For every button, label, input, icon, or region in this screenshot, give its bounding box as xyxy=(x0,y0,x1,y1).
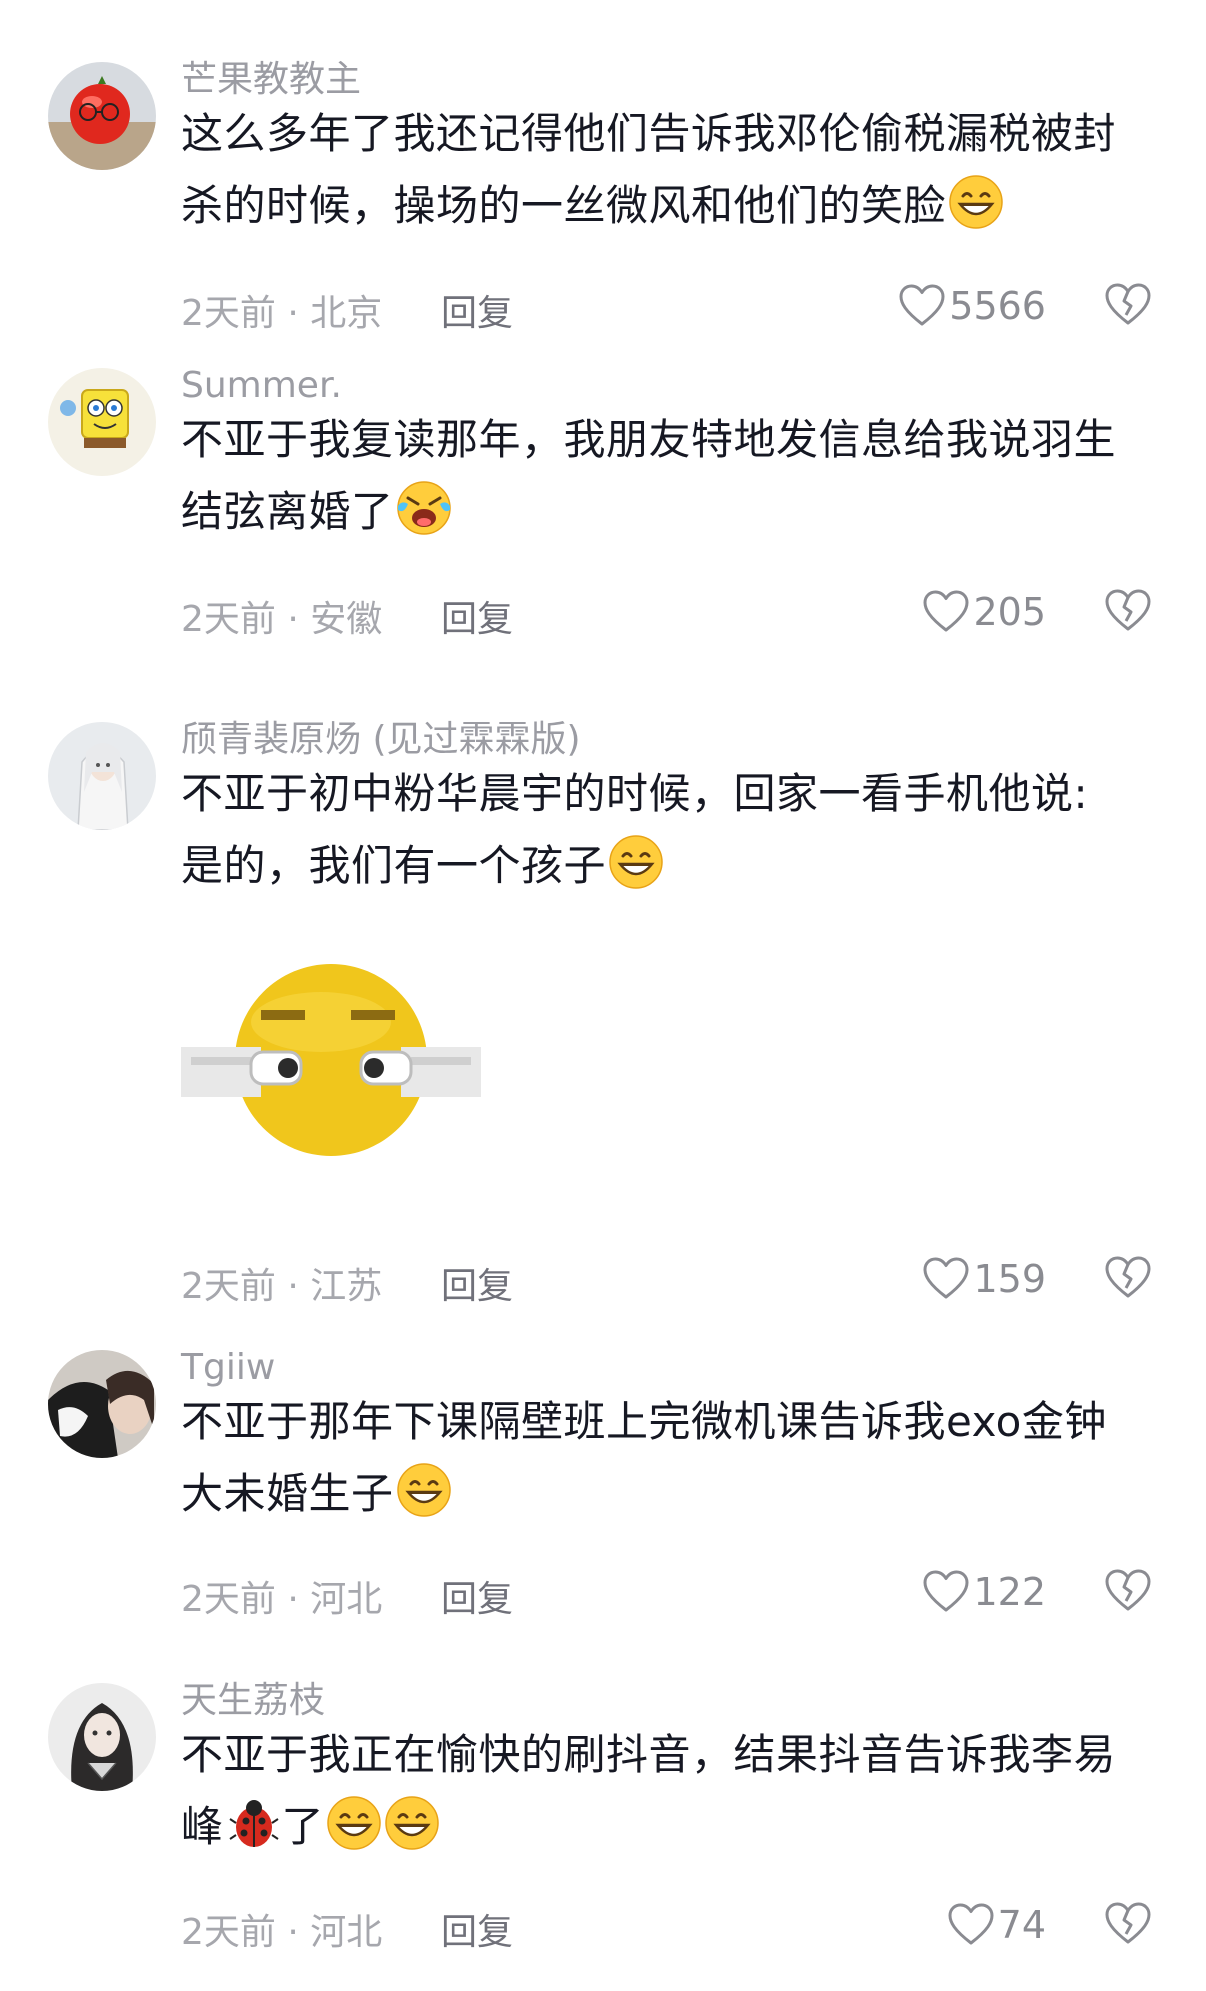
timestamp-location: 2天前 · 安徽 xyxy=(181,599,383,640)
reply-button[interactable]: 回复 xyxy=(441,1903,513,1955)
reply-button[interactable]: 回复 xyxy=(441,1570,513,1622)
comment-line: 结弦离婚了 xyxy=(181,476,1171,548)
like-button[interactable]: 159 xyxy=(923,1251,1046,1307)
broken-heart-icon[interactable] xyxy=(1105,1901,1151,1947)
username[interactable]: 芒果教教主 xyxy=(181,58,361,102)
avatar[interactable] xyxy=(48,368,156,476)
like-count: 122 xyxy=(973,1570,1046,1614)
comment-text: 不亚于我复读那年，我朋友特地发信息给我说羽生 结弦离婚了 xyxy=(181,404,1171,548)
comment-text: 不亚于那年下课隔壁班上完微机课告诉我exo金钟 大未婚生子 xyxy=(181,1386,1171,1530)
comment-line: 是的，我们有一个孩子 xyxy=(181,830,1171,902)
avatar[interactable] xyxy=(48,62,156,170)
heart-outline-icon xyxy=(923,1570,969,1614)
like-count: 205 xyxy=(973,590,1046,634)
comment-line: 不亚于初中粉华晨宇的时候，回家一看手机他说: xyxy=(181,769,1089,818)
grinning-emoji xyxy=(384,1795,440,1851)
like-button[interactable]: 205 xyxy=(923,584,1046,640)
reply-button[interactable]: 回复 xyxy=(441,1257,513,1309)
comment-text: 不亚于初中粉华晨宇的时候，回家一看手机他说: 是的，我们有一个孩子 xyxy=(181,758,1171,902)
comment-meta: 2天前 · 河北 回复 74 xyxy=(181,1897,1151,1953)
username[interactable]: 颀青裴原炀 (见过霖霖版) xyxy=(181,718,581,762)
comment-line: 峰了 xyxy=(181,1791,1171,1863)
broken-heart-icon[interactable] xyxy=(1105,282,1151,328)
broken-heart-icon[interactable] xyxy=(1105,1255,1151,1301)
timestamp-location: 2天前 · 河北 xyxy=(181,1579,383,1620)
comment-text: 这么多年了我还记得他们告诉我邓伦偷税漏税被封 杀的时候，操场的一丝微风和他们的笑… xyxy=(181,98,1171,242)
ladybug-emoji xyxy=(226,1795,282,1851)
broken-heart-icon[interactable] xyxy=(1105,588,1151,634)
sticker-image[interactable] xyxy=(181,962,481,1162)
heart-outline-icon xyxy=(899,284,945,328)
username[interactable]: Tgiiw xyxy=(181,1346,275,1390)
comment-line: 杀的时候，操场的一丝微风和他们的笑脸 xyxy=(181,170,1171,242)
comment-line: 大未婚生子 xyxy=(181,1458,1171,1530)
username[interactable]: 天生荔枝 xyxy=(181,1679,325,1723)
comment-line: 不亚于我复读那年，我朋友特地发信息给我说羽生 xyxy=(181,415,1117,464)
avatar[interactable] xyxy=(48,1683,156,1791)
rolling-laughing-emoji xyxy=(396,480,452,536)
grinning-emoji xyxy=(948,174,1004,230)
broken-heart-icon[interactable] xyxy=(1105,1568,1151,1614)
heart-outline-icon xyxy=(923,590,969,634)
comment-text: 不亚于我正在愉快的刷抖音，结果抖音告诉我李易 峰了 xyxy=(181,1719,1171,1863)
comment-line: 这么多年了我还记得他们告诉我邓伦偷税漏税被封 xyxy=(181,109,1117,158)
like-button[interactable]: 5566 xyxy=(899,278,1046,334)
username[interactable]: Summer. xyxy=(181,364,342,408)
like-count: 74 xyxy=(997,1903,1046,1947)
grinning-emoji xyxy=(396,1462,452,1518)
reply-button[interactable]: 回复 xyxy=(441,284,513,336)
like-count: 159 xyxy=(973,1257,1046,1301)
avatar[interactable] xyxy=(48,722,156,830)
comment-line: 不亚于那年下课隔壁班上完微机课告诉我exo金钟 xyxy=(181,1397,1107,1446)
timestamp-location: 2天前 · 江苏 xyxy=(181,1266,383,1307)
grinning-emoji xyxy=(326,1795,382,1851)
comment-meta: 2天前 · 河北 回复 122 xyxy=(181,1564,1151,1620)
timestamp-location: 2天前 · 北京 xyxy=(181,293,383,334)
like-button[interactable]: 74 xyxy=(948,1897,1046,1953)
comment-meta: 2天前 · 北京 回复 5566 xyxy=(181,278,1151,334)
grinning-emoji xyxy=(608,834,664,890)
comment-line: 不亚于我正在愉快的刷抖音，结果抖音告诉我李易 xyxy=(181,1730,1117,1779)
like-count: 5566 xyxy=(949,284,1046,328)
comment-meta: 2天前 · 江苏 回复 159 xyxy=(181,1251,1151,1307)
avatar[interactable] xyxy=(48,1350,156,1458)
comment-meta: 2天前 · 安徽 回复 205 xyxy=(181,584,1151,640)
like-button[interactable]: 122 xyxy=(923,1564,1046,1620)
heart-outline-icon xyxy=(948,1903,994,1947)
reply-button[interactable]: 回复 xyxy=(441,590,513,642)
heart-outline-icon xyxy=(923,1257,969,1301)
timestamp-location: 2天前 · 河北 xyxy=(181,1912,383,1953)
